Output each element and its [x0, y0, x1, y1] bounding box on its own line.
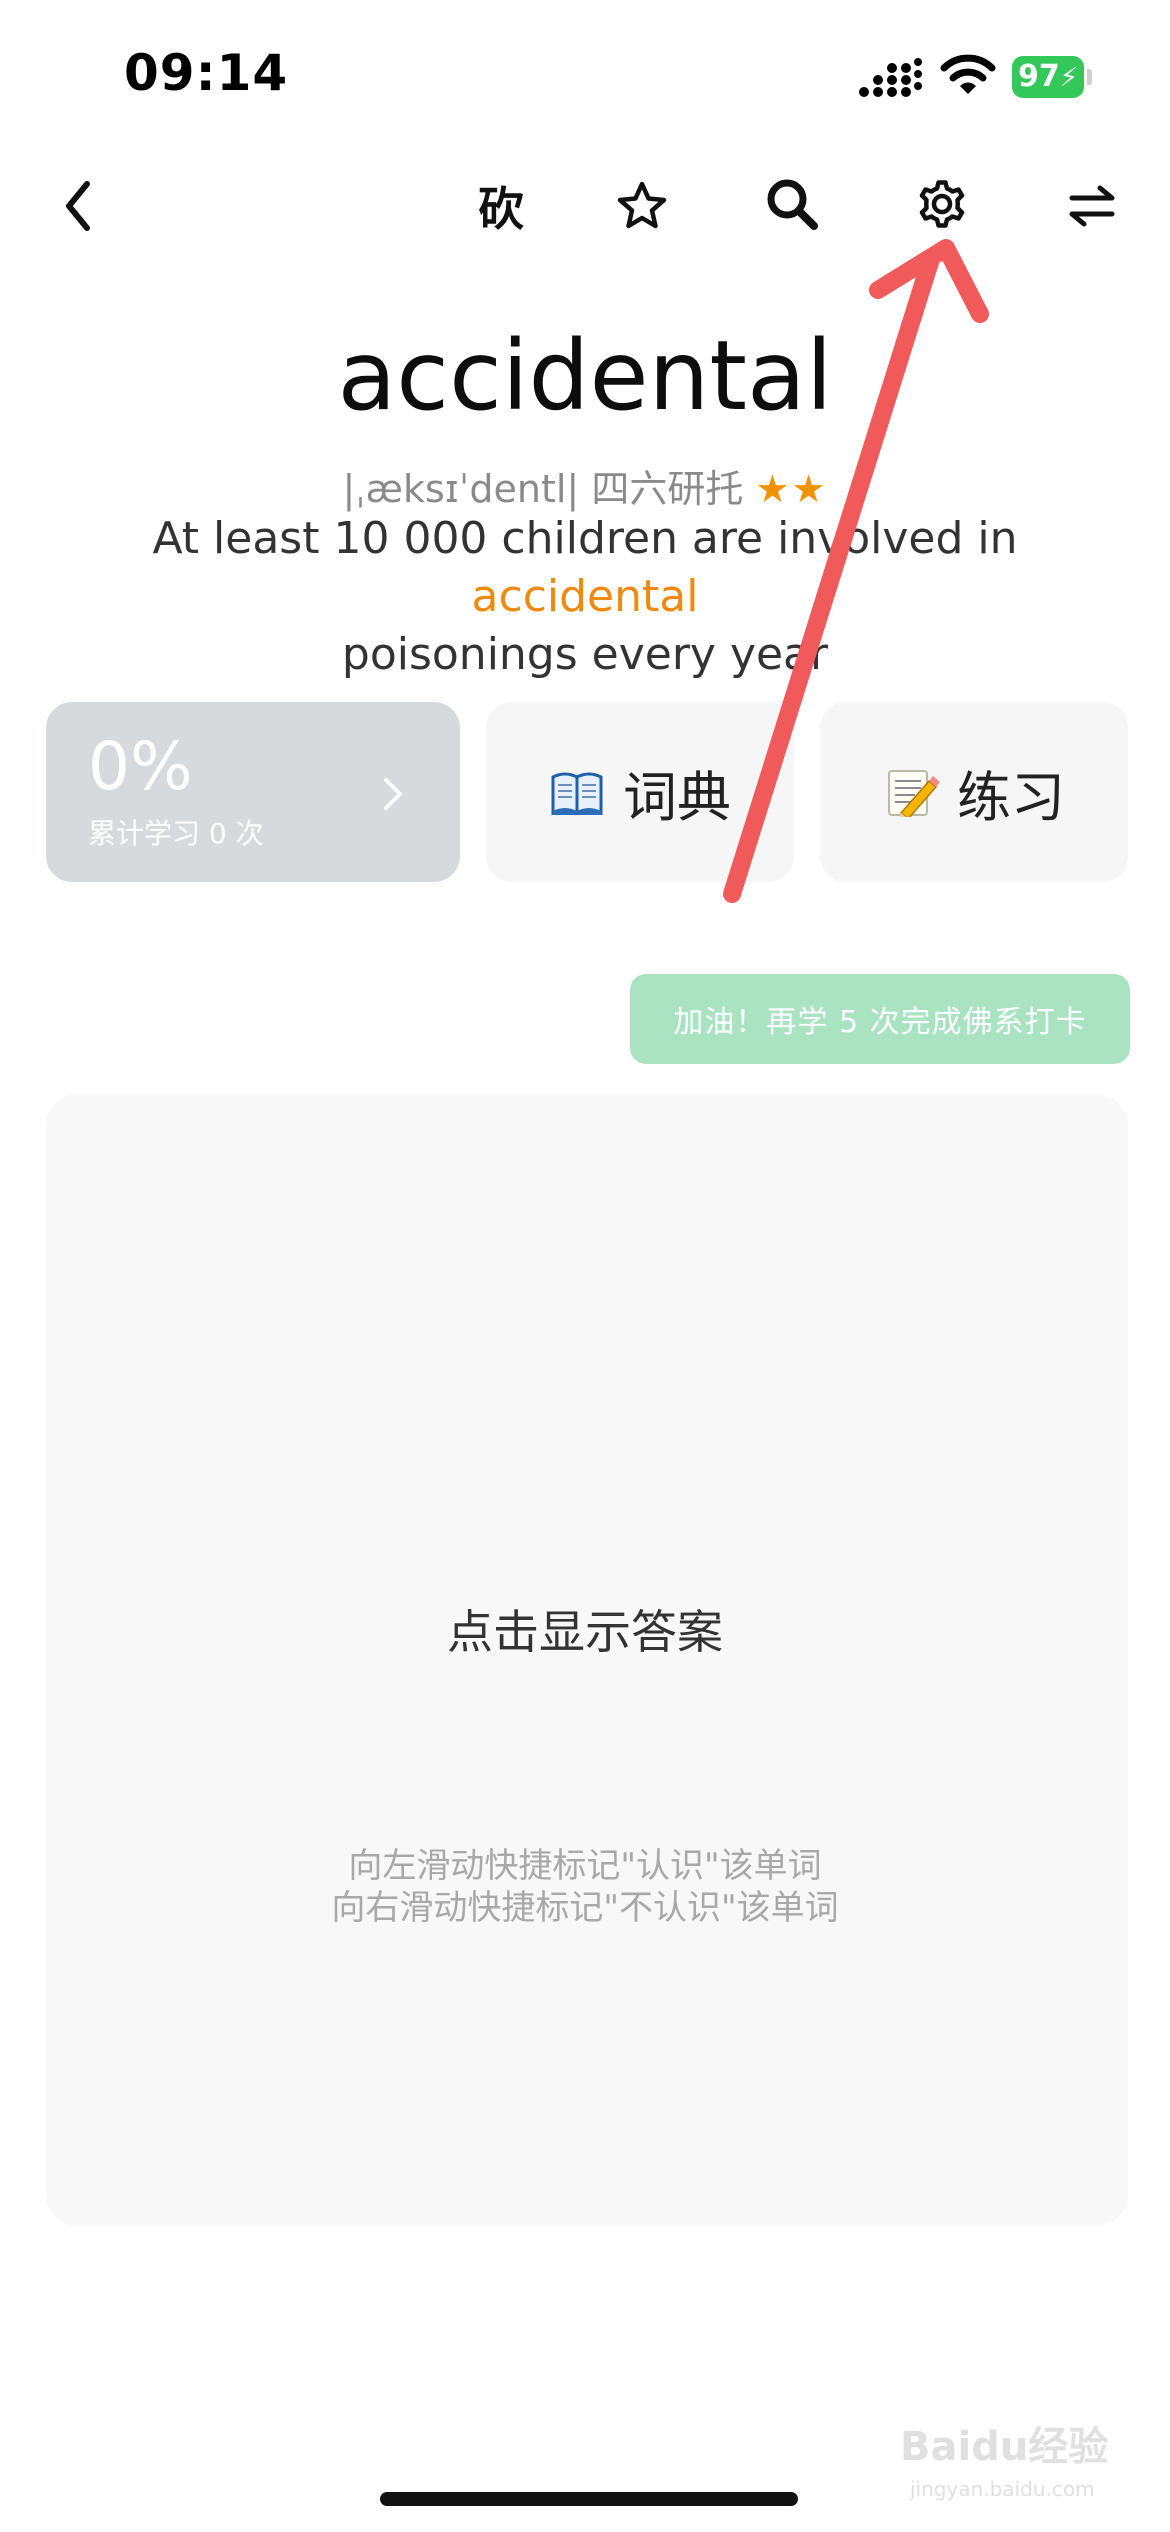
watermark-text: Baidu经验	[900, 2424, 1108, 2470]
home-indicator	[380, 2492, 798, 2506]
baidu-watermark: Baidu经验 jingyan.baidu.com	[900, 2424, 1108, 2501]
red-annotation-arrow	[723, 239, 989, 903]
watermark-sub: jingyan.baidu.com	[909, 2477, 1095, 2501]
